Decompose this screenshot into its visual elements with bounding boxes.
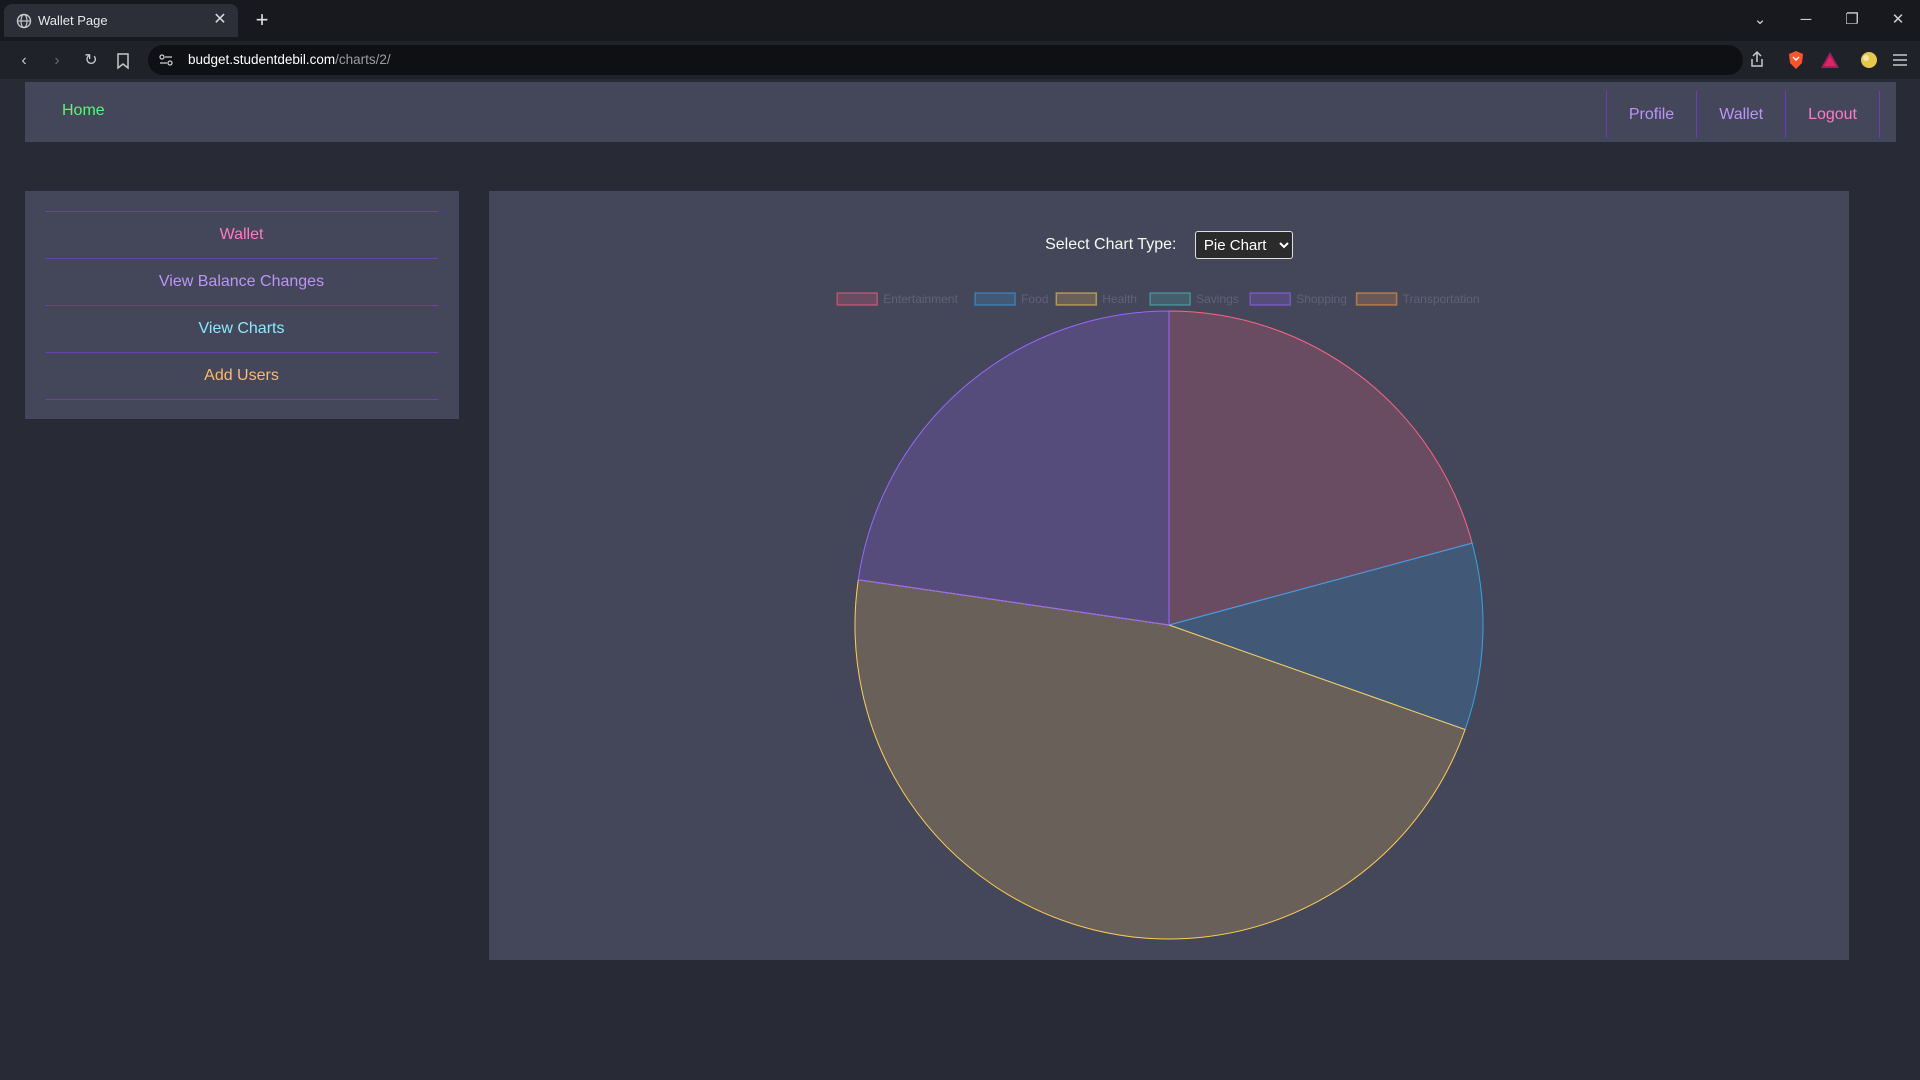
brave-rewards-icon[interactable] [1819,49,1841,71]
legend-swatch-transportation[interactable] [1355,292,1398,306]
legend-label-food[interactable]: Food [1021,292,1048,306]
pie-slice-shopping[interactable] [857,310,1170,626]
minimize-icon[interactable]: ─ [1794,8,1818,32]
chart-type-select[interactable]: Pie Chart [1194,231,1293,259]
legend-label-transportation[interactable]: Transportation [1403,292,1480,306]
new-tab-icon[interactable]: + [250,8,274,32]
legend-label-shopping[interactable]: Shopping [1296,292,1347,306]
legend-swatch-health[interactable] [1055,292,1098,306]
page-content: Home Profile Wallet Logout Wallet View B… [0,79,1920,1080]
restore-icon[interactable]: ❐ [1840,8,1864,32]
reload-icon[interactable]: ↻ [79,49,103,73]
close-tab-icon[interactable]: ✕ [210,10,230,30]
nav-profile-link[interactable]: Profile [1605,91,1696,138]
browser-tab[interactable]: Wallet Page ✕ [4,4,238,37]
sidebar: Wallet View Balance Changes View Charts … [25,191,459,419]
address-bar[interactable]: budget.studentdebil.com/charts/2/ [148,45,1743,75]
globe-icon [16,13,32,29]
menu-icon[interactable] [1889,49,1911,71]
nav-links: Profile Wallet Logout [1605,91,1880,138]
legend-swatch-entertainment[interactable] [836,292,878,306]
legend-label-entertainment[interactable]: Entertainment [883,292,958,306]
chart-panel: Entertainment Food Health Savings Shopping Tr… [489,191,1849,960]
site-settings-icon[interactable] [158,52,174,68]
close-window-icon[interactable]: ✕ [1886,8,1910,32]
sidebar-item-add-users[interactable]: Add Users [45,353,438,400]
sidebar-menu: Wallet View Balance Changes View Charts … [45,211,438,400]
sidebar-item-wallet[interactable]: Wallet [45,212,438,259]
share-icon[interactable] [1746,49,1768,71]
chart-type-selector-row: Select Chart Type: Pie Chart [489,231,1849,259]
legend-label-savings[interactable]: Savings [1196,292,1239,306]
legend-swatch-food[interactable] [974,292,1016,306]
url-path: /charts/2/ [335,52,391,67]
url-text: budget.studentdebil.com/charts/2/ [188,52,391,67]
nav-home-link[interactable]: Home [62,102,105,120]
sidebar-item-view-balance-changes[interactable]: View Balance Changes [45,259,438,306]
browser-tab-bar: Wallet Page ✕ + ⌄ ─ ❐ ✕ [0,0,1920,41]
legend-swatch-shopping[interactable] [1249,292,1291,306]
tab-title: Wallet Page [38,13,108,28]
pie-chart: Entertainment Food Health Savings Shopping Tr… [836,292,1484,940]
legend-label-health[interactable]: Health [1102,292,1137,306]
back-icon[interactable]: ‹ [12,49,36,73]
legend-swatch-savings[interactable] [1149,292,1191,306]
bookmark-icon[interactable] [114,52,132,70]
browser-toolbar: ‹ › ↻ budget.studentdebil.com/charts/2/ [0,41,1920,79]
url-host: budget.studentdebil.com [188,52,336,67]
chart-type-label: Select Chart Type: [1045,236,1177,253]
top-navbar: Home Profile Wallet Logout [25,82,1896,142]
tab-search-chevron-icon[interactable]: ⌄ [1748,8,1772,32]
nav-wallet-link[interactable]: Wallet [1696,91,1785,138]
extension-icon[interactable] [1858,49,1880,71]
nav-logout-link[interactable]: Logout [1785,91,1880,138]
brave-shield-icon[interactable] [1785,49,1807,71]
forward-icon[interactable]: › [45,49,69,73]
sidebar-item-view-charts[interactable]: View Charts [45,306,438,353]
